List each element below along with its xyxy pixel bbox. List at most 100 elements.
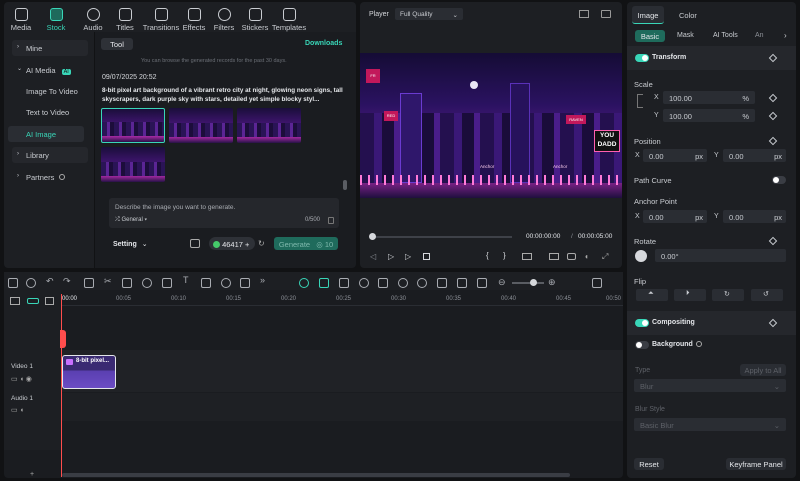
rotate-input[interactable]: 0.00°: [655, 249, 786, 262]
render-icon[interactable]: [359, 278, 369, 288]
more-tools-icon[interactable]: »: [260, 275, 270, 285]
toolbar-audio[interactable]: Audio: [76, 6, 110, 32]
downloads-link[interactable]: Downloads: [305, 40, 342, 47]
scale-x-input[interactable]: 100.00%: [663, 91, 755, 104]
quality-dropdown[interactable]: Full Quality ⌄: [395, 8, 463, 20]
zoom-in-icon[interactable]: ⊕: [548, 277, 556, 288]
sidebar-item-mine[interactable]: › Mine: [12, 40, 88, 56]
sidebar-item-ai-media[interactable]: ⌄ AI Media AI: [12, 62, 88, 78]
playback-scrubber[interactable]: [372, 236, 512, 238]
audio-track-lane[interactable]: [61, 393, 623, 421]
timeline-scrollbar[interactable]: [62, 473, 570, 477]
expand-icon[interactable]: ⤢: [602, 252, 608, 262]
playhead[interactable]: [61, 294, 62, 477]
add-track-icon[interactable]: [10, 297, 20, 305]
subtab-basic[interactable]: Basic: [635, 30, 665, 42]
redo-icon[interactable]: ↷: [63, 276, 73, 286]
toolbar-media[interactable]: Media: [4, 6, 38, 32]
sidebar-item-image-to-video[interactable]: Image To Video: [8, 83, 84, 99]
track-icons-video[interactable]: ▭ ◖ ◉: [11, 375, 32, 383]
microphone-icon[interactable]: [417, 278, 427, 288]
credits-badge[interactable]: 46417 +: [209, 237, 255, 250]
crop-icon[interactable]: [122, 278, 132, 288]
fullscreen-icon[interactable]: [522, 253, 532, 260]
sidebar-item-partners[interactable]: › Partners: [12, 169, 88, 185]
keyframe-panel-button[interactable]: Keyframe Panel: [726, 458, 786, 470]
generated-image-2[interactable]: [169, 108, 233, 143]
chevron-right-icon[interactable]: ›: [784, 31, 787, 40]
zoom-out-icon[interactable]: ⊖: [498, 277, 506, 288]
toolbar-templates[interactable]: Templates: [270, 6, 308, 32]
undo-icon[interactable]: ↶: [46, 276, 56, 286]
zoom-slider[interactable]: [512, 282, 544, 284]
toolbar-stickers[interactable]: Stickers: [238, 6, 272, 32]
link-clips-icon[interactable]: [27, 298, 39, 304]
scrollbar-thumb[interactable]: [343, 180, 347, 190]
shape-icon[interactable]: [201, 278, 211, 288]
toolbar-titles[interactable]: Titles: [108, 6, 142, 32]
mark-out-icon[interactable]: }: [503, 251, 506, 260]
link-icon[interactable]: [637, 94, 643, 108]
split-icon[interactable]: ✂: [104, 276, 114, 286]
background-toggle[interactable]: [635, 341, 649, 349]
type-dropdown[interactable]: Blur ⌄: [634, 379, 786, 392]
transform-toggle[interactable]: [635, 54, 649, 62]
track-settings-icon[interactable]: [45, 297, 54, 305]
refresh-icon[interactable]: ↻: [258, 239, 265, 248]
video-track-lane[interactable]: [61, 350, 623, 392]
generated-image-3[interactable]: [237, 108, 301, 143]
info-icon[interactable]: [696, 341, 702, 347]
mask-icon[interactable]: [162, 278, 172, 288]
flip-horizontal-button[interactable]: ⏵: [674, 289, 706, 301]
flip-vertical-button[interactable]: ⏶: [636, 289, 668, 301]
snapshot-icon[interactable]: [601, 10, 611, 18]
track-icons-audio[interactable]: ▭ ◖: [11, 406, 24, 414]
subtitle-icon[interactable]: [457, 278, 467, 288]
video-preview[interactable]: YOU DADD RAVEN Anchor Anchor RED FR: [360, 53, 622, 198]
camera-icon[interactable]: [567, 253, 576, 260]
tab-color[interactable]: Color: [679, 11, 697, 20]
shield-icon[interactable]: [398, 278, 408, 288]
rotate-clockwise-button[interactable]: ↻: [712, 289, 744, 301]
anchor-x-input[interactable]: 0.00 px: [643, 210, 707, 223]
color-match-icon[interactable]: [240, 278, 250, 288]
select-tool-icon[interactable]: [26, 278, 36, 288]
speed-icon[interactable]: [142, 278, 152, 288]
zoom-slider-handle[interactable]: [530, 279, 537, 286]
ai-assist-icon[interactable]: [299, 278, 309, 288]
mark-in-icon[interactable]: {: [486, 251, 489, 260]
tab-tool[interactable]: Tool: [101, 38, 133, 50]
subtab-mask[interactable]: Mask: [677, 32, 694, 39]
prev-frame-icon[interactable]: ◁: [370, 252, 376, 261]
style-selector[interactable]: ⤮ General ▾: [115, 217, 147, 224]
volume-icon[interactable]: ◖: [584, 252, 589, 261]
compositing-toggle[interactable]: [635, 319, 649, 327]
sidebar-item-text-to-video[interactable]: Text to Video: [8, 104, 84, 120]
subtab-ai-tools[interactable]: AI Tools: [713, 32, 738, 39]
pip-icon[interactable]: [477, 278, 487, 288]
generate-button[interactable]: Generate ◎ 10: [274, 237, 338, 250]
step-back-icon[interactable]: ▷: [388, 252, 394, 261]
apply-to-all-button[interactable]: Apply to All: [740, 364, 786, 376]
add-icon[interactable]: +: [30, 471, 34, 478]
generated-image-4[interactable]: [101, 147, 165, 182]
play-icon[interactable]: ▷: [405, 252, 411, 261]
marker-icon[interactable]: [339, 278, 349, 288]
display-icon[interactable]: [549, 253, 559, 260]
rotate-counterclockwise-button[interactable]: ↺: [751, 289, 783, 301]
grid-layout-icon[interactable]: [8, 278, 18, 288]
position-y-input[interactable]: 0.00 px: [723, 149, 786, 162]
zoom-clip-icon[interactable]: [221, 278, 231, 288]
anchor-y-input[interactable]: 0.00 px: [723, 210, 786, 223]
setting-dropdown[interactable]: Setting ⌄: [113, 240, 148, 248]
text-icon[interactable]: T: [183, 275, 193, 285]
toolbar-effects[interactable]: Effects: [177, 6, 211, 32]
grid-icon[interactable]: [579, 10, 589, 18]
playhead-marker[interactable]: [60, 330, 66, 348]
sidebar-item-library[interactable]: › Library: [12, 147, 88, 163]
motion-track-icon[interactable]: [378, 278, 388, 288]
subtab-animation[interactable]: An: [755, 32, 764, 39]
path-curve-toggle[interactable]: [772, 176, 786, 184]
toolbar-filters[interactable]: Filters: [207, 6, 241, 32]
stop-icon[interactable]: [423, 253, 430, 260]
